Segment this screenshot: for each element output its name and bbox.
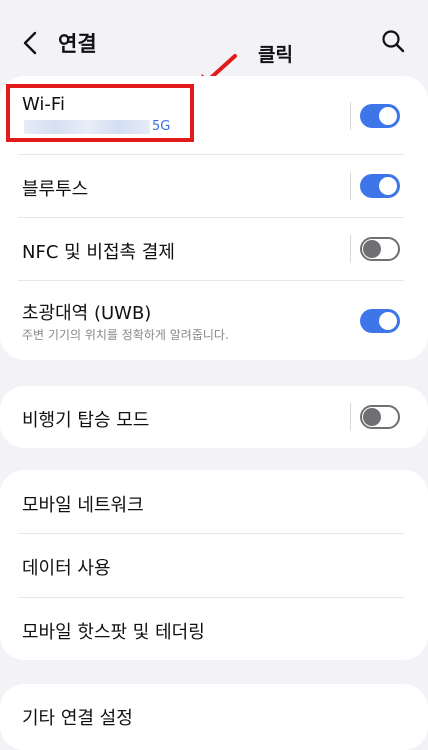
airplane-mode-toggle[interactable] bbox=[360, 405, 400, 429]
more-connection-settings-label: 기타 연결 설정 bbox=[22, 708, 133, 729]
mobile-network-label: 모바일 네트워크 bbox=[22, 495, 144, 516]
click-annotation-label: 클릭 bbox=[258, 44, 293, 66]
search-icon[interactable] bbox=[380, 28, 406, 54]
toggle-knob bbox=[363, 240, 381, 258]
divider-vertical bbox=[350, 102, 351, 130]
bluetooth-toggle[interactable] bbox=[360, 174, 400, 198]
toggle-knob bbox=[363, 408, 381, 426]
data-usage-row[interactable]: 데이터 사용 bbox=[0, 534, 428, 597]
uwb-toggle[interactable] bbox=[360, 309, 400, 333]
more-settings-card: 기타 연결 설정 bbox=[0, 684, 428, 750]
nfc-row[interactable]: NFC 및 비접촉 결제 bbox=[0, 218, 428, 280]
wifi-toggle[interactable] bbox=[360, 104, 400, 128]
more-connection-settings-row[interactable]: 기타 연결 설정 bbox=[0, 684, 428, 750]
page-title: 연결 bbox=[58, 32, 97, 56]
hotspot-row[interactable]: 모바일 핫스팟 및 테더링 bbox=[0, 598, 428, 660]
toggle-knob bbox=[379, 312, 397, 330]
toggle-knob bbox=[379, 107, 397, 125]
airplane-mode-label: 비행기 탑승 모드 bbox=[22, 410, 150, 431]
airplane-mode-row[interactable]: 비행기 탑승 모드 bbox=[0, 386, 428, 448]
divider-vertical bbox=[350, 235, 351, 263]
bluetooth-label: 블루투스 bbox=[22, 179, 89, 200]
network-card: 모바일 네트워크 데이터 사용 모바일 핫스팟 및 테더링 bbox=[0, 470, 428, 660]
uwb-subtitle: 주변 기기의 위치를 정확하게 알려줍니다. bbox=[22, 328, 229, 342]
hotspot-label: 모바일 핫스팟 및 테더링 bbox=[22, 622, 205, 643]
nfc-label: NFC 및 비접촉 결제 bbox=[22, 242, 175, 263]
divider-vertical bbox=[350, 172, 351, 200]
chevron-left-icon[interactable] bbox=[16, 28, 46, 58]
highlight-box bbox=[6, 84, 194, 142]
toggle-knob bbox=[379, 177, 397, 195]
bluetooth-row[interactable]: 블루투스 bbox=[0, 155, 428, 217]
mobile-network-row[interactable]: 모바일 네트워크 bbox=[0, 470, 428, 533]
uwb-label: 초광대역 (UWB) bbox=[22, 303, 152, 324]
data-usage-label: 데이터 사용 bbox=[22, 558, 111, 579]
uwb-row[interactable]: 초광대역 (UWB) 주변 기기의 위치를 정확하게 알려줍니다. bbox=[0, 281, 428, 360]
airplane-card: 비행기 탑승 모드 bbox=[0, 386, 428, 448]
nfc-toggle[interactable] bbox=[360, 237, 400, 261]
divider-vertical bbox=[350, 403, 351, 431]
